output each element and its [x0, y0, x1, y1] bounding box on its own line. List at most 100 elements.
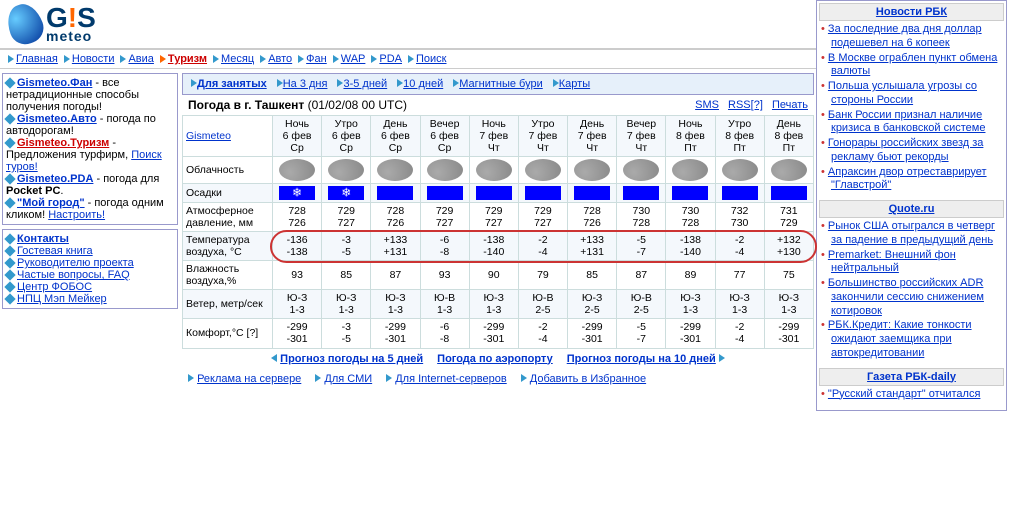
row-clouds: Облачность — [183, 157, 273, 184]
news-item[interactable]: Польша услышала угрозы со стороны России — [828, 80, 977, 106]
subnav-item[interactable]: 10 дней — [403, 78, 443, 90]
diamond-icon — [4, 197, 15, 208]
contact-link[interactable]: НПЦ Мэп Мейкер — [17, 293, 107, 305]
row-humidity: Влажность воздуха,% — [183, 261, 273, 290]
col-header: Ночь8 февПт — [666, 116, 715, 157]
diamond-icon — [4, 233, 15, 244]
nav-arrow-icon — [521, 374, 527, 382]
sidebar-item[interactable]: "Мой город" — [17, 197, 85, 209]
nav-pda[interactable]: PDA — [379, 53, 402, 65]
precip-icon — [427, 186, 463, 200]
precip-icon — [377, 186, 413, 200]
sidebar-contacts: Контакты Гостевая книгаРуководителю прое… — [2, 229, 178, 309]
subnav-item[interactable]: Карты — [559, 78, 590, 90]
nav-фан[interactable]: Фан — [306, 53, 327, 65]
contact-link[interactable]: Гостевая книга — [17, 245, 93, 257]
news-item[interactable]: Гонорары российских звезд за рекламу бью… — [828, 137, 983, 163]
subnav-item[interactable]: 3-5 дней — [343, 78, 387, 90]
col-header: День6 февСр — [371, 116, 420, 157]
sidebar-item[interactable]: Gismeteo.PDA — [17, 173, 93, 185]
news-header: Газета РБК-daily — [819, 368, 1004, 386]
page-title: Погода в г. Ташкент — [188, 98, 304, 112]
nav-arrow-icon — [8, 55, 14, 63]
sidebar-extra-link[interactable]: Настроить! — [48, 209, 105, 221]
news-item[interactable]: РБК.Кредит: Какие тонкости ожидают заемщ… — [828, 319, 972, 359]
nav-arrow-icon — [260, 55, 266, 63]
cloud-icon — [377, 159, 413, 181]
contact-link[interactable]: Центр ФОБОС — [17, 281, 92, 293]
news-header-link[interactable]: Новости РБК — [876, 6, 947, 18]
sidebar-item[interactable]: Gismeteo.Фан — [17, 77, 92, 89]
row-comfort: Комфорт,°С [?] — [183, 319, 273, 348]
footer-small-link[interactable]: Для СМИ — [324, 373, 372, 385]
precip-icon — [476, 186, 512, 200]
cloud-icon — [722, 159, 758, 181]
contact-link[interactable]: Руководителю проекта — [17, 257, 134, 269]
nav-arrow-icon — [120, 55, 126, 63]
news-header: Quote.ru — [819, 200, 1004, 218]
news-header-link[interactable]: Quote.ru — [889, 203, 935, 215]
col-header: Утро8 февПт — [715, 116, 764, 157]
gismeteo-col-link[interactable]: Gismeteo — [186, 130, 231, 142]
col-header: Утро6 февСр — [322, 116, 371, 157]
footer-link[interactable]: Прогноз погоды на 10 дней — [567, 353, 716, 365]
news-item[interactable]: Большинство российских ADR закончили сес… — [828, 277, 984, 317]
sidebar-promo: Gismeteo.Фан - все нетрадиционные способ… — [2, 73, 178, 225]
news-item[interactable]: Premarket: Внешний фон нейтральный — [828, 249, 956, 275]
precip-icon — [279, 186, 315, 200]
nav-arrow-icon — [298, 55, 304, 63]
nav-arrow-icon — [160, 55, 166, 63]
print-link[interactable]: Печать — [772, 99, 808, 111]
sidebar-item[interactable]: Gismeteo.Туризм — [17, 137, 109, 149]
news-item[interactable]: Апраксин двор отреставрирует "Главстрой" — [828, 166, 987, 192]
diamond-icon — [4, 269, 15, 280]
nav-arrow-icon — [64, 55, 70, 63]
logo[interactable]: G!S meteo — [0, 0, 104, 48]
sms-link[interactable]: SMS — [695, 99, 719, 111]
news-item[interactable]: Рынок США отыгрался в четверг за падение… — [828, 220, 995, 246]
contact-link[interactable]: Частые вопросы, FAQ — [17, 269, 130, 281]
diamond-icon — [4, 137, 15, 148]
nav-авиа[interactable]: Авиа — [128, 53, 153, 65]
nav-wap[interactable]: WAP — [341, 53, 366, 65]
footer-small-link[interactable]: Добавить в Избранное — [530, 373, 646, 385]
nav-новости[interactable]: Новости — [72, 53, 115, 65]
col-header: День8 февПт — [764, 116, 813, 157]
cloud-icon — [771, 159, 807, 181]
cloud-icon — [525, 159, 561, 181]
nav-arrow-icon — [188, 374, 194, 382]
news-item[interactable]: В Москве ограблен пункт обмена валюты — [828, 52, 997, 78]
subnav-item[interactable]: Магнитные бури — [459, 78, 543, 90]
diamond-icon — [4, 281, 15, 292]
footer-link[interactable]: Прогноз погоды на 5 дней — [280, 353, 423, 365]
precip-icon — [574, 186, 610, 200]
cloud-icon — [574, 159, 610, 181]
nav-авто[interactable]: Авто — [268, 53, 292, 65]
footer-small-link[interactable]: Для Internet-серверов — [395, 373, 507, 385]
nav-arrow-icon — [315, 374, 321, 382]
nav-arrow-icon — [213, 55, 219, 63]
contacts-title[interactable]: Контакты — [17, 233, 69, 245]
main-nav: Главная Новости Авиа Туризм Месяц Авто Фан WAP P… — [0, 49, 816, 69]
cloud-icon — [328, 159, 364, 181]
diamond-icon — [4, 257, 15, 268]
footer-small-link[interactable]: Реклама на сервере — [197, 373, 301, 385]
rss-link[interactable]: RSS[?] — [728, 99, 763, 111]
nav-arrow-icon — [386, 374, 392, 382]
news-item[interactable]: "Русский стандарт" отчитался — [828, 388, 981, 400]
nav-главная[interactable]: Главная — [16, 53, 58, 65]
nav-туризм[interactable]: Туризм — [168, 53, 207, 65]
news-item[interactable]: За последние два дня доллар подешевел на… — [828, 23, 982, 49]
footer-link[interactable]: Погода по аэропорту — [437, 353, 553, 365]
cloud-icon — [672, 159, 708, 181]
news-header-link[interactable]: Газета РБК-daily — [867, 371, 956, 383]
nav-поиск[interactable]: Поиск — [416, 53, 446, 65]
precip-icon — [623, 186, 659, 200]
precip-icon — [328, 186, 364, 200]
subnav-item[interactable]: На 3 дня — [283, 78, 328, 90]
nav-месяц[interactable]: Месяц — [221, 53, 254, 65]
news-item[interactable]: Банк России признал наличие кризиса в ба… — [828, 109, 986, 135]
sidebar-item[interactable]: Gismeteo.Авто — [17, 113, 97, 125]
diamond-icon — [4, 245, 15, 256]
subnav-item[interactable]: Для занятых — [197, 78, 267, 90]
